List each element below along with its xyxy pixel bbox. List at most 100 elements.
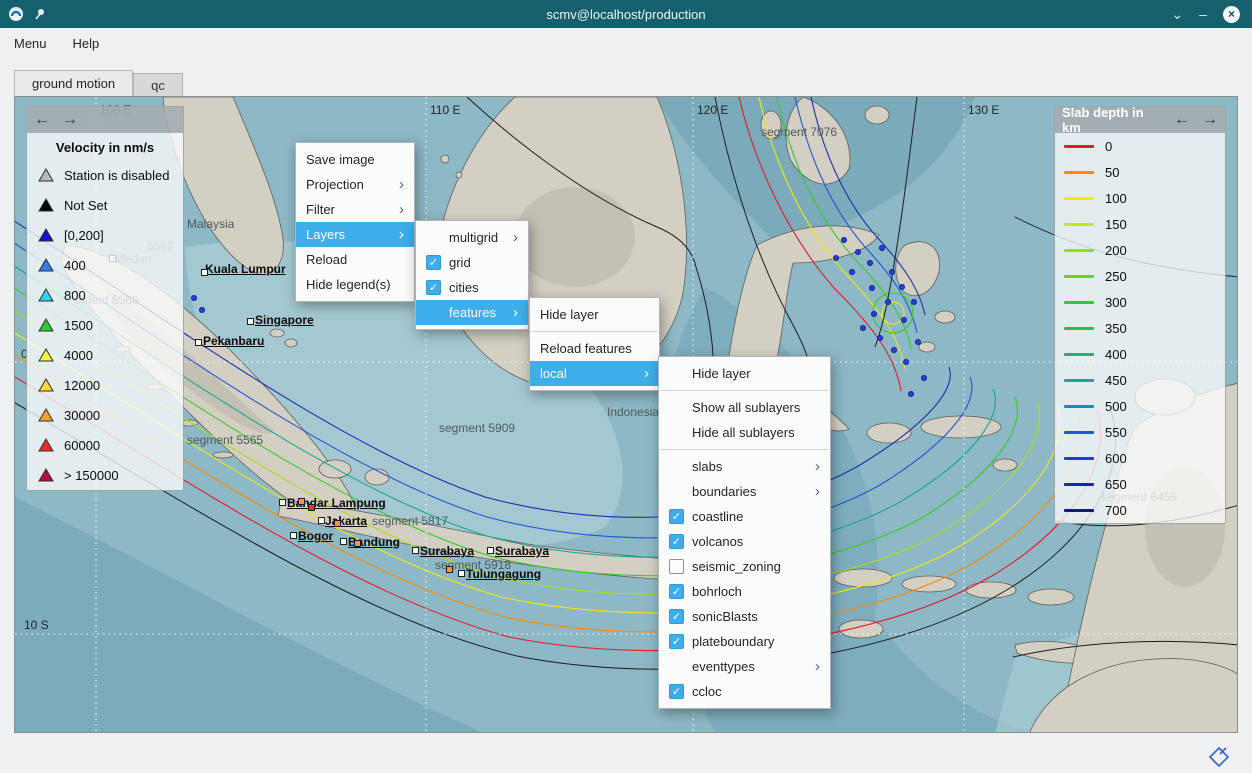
station-symbol [38, 438, 54, 452]
tab-qc[interactable]: qc [133, 73, 183, 96]
legend-item: 400 [27, 250, 183, 280]
depth-color-swatch [1064, 379, 1094, 382]
submenu-arrow-icon: › [399, 227, 404, 242]
tab-ground-motion[interactable]: ground motion [14, 70, 133, 96]
depth-color-swatch [1064, 249, 1094, 252]
legend-next-button[interactable]: → [1202, 112, 1218, 128]
menu-item[interactable]: coastline › [659, 504, 830, 529]
checkbox-icon [426, 255, 441, 270]
depth-color-swatch [1064, 327, 1094, 330]
station-symbol [38, 378, 54, 392]
checkbox-icon [669, 534, 684, 549]
menu-item[interactable]: multigrid › [416, 225, 528, 250]
checkbox-icon [426, 280, 441, 295]
menu-item[interactable]: Show all sublayers › [659, 395, 830, 420]
minimize-icon[interactable]: – [1199, 7, 1207, 21]
station-symbol [38, 468, 54, 482]
menu-item[interactable]: volcanos › [659, 529, 830, 554]
menu-button[interactable]: Menu [14, 36, 47, 51]
menu-item[interactable]: cities › [416, 275, 528, 300]
legend-item: 550 [1055, 419, 1225, 445]
menu-item[interactable]: local › [530, 361, 659, 386]
menu-item[interactable]: slabs › [659, 454, 830, 479]
menu-item[interactable]: › [531, 331, 658, 332]
menu-item[interactable]: Layers › [296, 222, 414, 247]
menu-item[interactable]: sonicBlasts › [659, 604, 830, 629]
legend-prev-button[interactable]: ← [34, 112, 50, 128]
legend-item: 1500 [27, 310, 183, 340]
menu-item[interactable]: boundaries › [659, 479, 830, 504]
menu-item[interactable]: Save image › [296, 147, 414, 172]
slab-legend: Slab depth in km ← → 0 50 100 [1054, 106, 1226, 524]
chevron-down-icon[interactable]: ⌄ [1171, 7, 1183, 21]
checkbox-icon [669, 684, 684, 699]
menu-item[interactable]: ccloc › [659, 679, 830, 704]
map-tool-icon[interactable] [1207, 745, 1231, 769]
legend-item: Station is disabled [27, 160, 183, 190]
submenu-arrow-icon: › [399, 202, 404, 217]
menu-item[interactable]: Filter › [296, 197, 414, 222]
depth-color-swatch [1064, 171, 1094, 174]
context-menu: Save image › Projection › Filter › Layer… [295, 142, 415, 302]
menu-item[interactable]: Reload features › [530, 336, 659, 361]
station-symbol [38, 168, 54, 182]
menu-item[interactable]: seismic_zoning › [659, 554, 830, 579]
submenu-arrow-icon: › [513, 305, 518, 320]
map-view[interactable]: 100 E110 E120 E130 E010 SMalaysiaIndones… [14, 96, 1238, 733]
menu-item[interactable]: Hide layer › [659, 361, 830, 386]
menu-item[interactable]: Hide legend(s) › [296, 272, 414, 297]
checkbox-icon [669, 509, 684, 524]
depth-color-swatch [1064, 509, 1094, 512]
legend-item: 350 [1055, 315, 1225, 341]
legend-item: 200 [1055, 237, 1225, 263]
titlebar: scmv@localhost/production ⌄ – × [0, 0, 1252, 28]
submenu-arrow-icon: › [513, 230, 518, 245]
menu-item[interactable]: › [660, 449, 829, 450]
legend-title: Slab depth in km [1062, 105, 1162, 135]
submenu-arrow-icon: › [815, 659, 820, 674]
legend-item: 30000 [27, 400, 183, 430]
menu-item[interactable]: eventtypes › [659, 654, 830, 679]
legend-prev-button[interactable]: ← [1174, 112, 1190, 128]
submenu-arrow-icon: › [815, 484, 820, 499]
checkbox-icon [669, 634, 684, 649]
close-button[interactable]: × [1223, 6, 1240, 23]
depth-color-swatch [1064, 431, 1094, 434]
menu-item[interactable]: Reload › [296, 247, 414, 272]
velocity-legend-items: Station is disabled Not Set [0,200] [27, 160, 183, 490]
legend-item: 50 [1055, 159, 1225, 185]
menu-item[interactable]: Hide layer › [530, 302, 659, 327]
menu-item[interactable]: grid › [416, 250, 528, 275]
velocity-legend: ← → Velocity in nm/s Station is disabled [26, 106, 184, 491]
legend-item: 150 [1055, 211, 1225, 237]
pin-icon[interactable] [32, 7, 46, 21]
station-symbol [38, 258, 54, 272]
legend-item: > 150000 [27, 460, 183, 490]
app-window: scmv@localhost/production ⌄ – × Menu Hel… [0, 0, 1252, 58]
station-symbol [38, 318, 54, 332]
help-button[interactable]: Help [73, 36, 100, 51]
menu-item[interactable]: plateboundary › [659, 629, 830, 654]
menu-item[interactable]: › [660, 390, 829, 391]
checkbox-icon [669, 559, 684, 574]
menubar: Menu Help [0, 28, 1252, 58]
menu-item[interactable]: Projection › [296, 172, 414, 197]
legend-item: 450 [1055, 367, 1225, 393]
menu-item[interactable]: Hide all sublayers › [659, 420, 830, 445]
submenu-arrow-icon: › [815, 459, 820, 474]
legend-item: Not Set [27, 190, 183, 220]
depth-color-swatch [1064, 405, 1094, 408]
legend-item: 500 [1055, 393, 1225, 419]
legend-item: 60000 [27, 430, 183, 460]
submenu-arrow-icon: › [399, 177, 404, 192]
station-symbol [38, 288, 54, 302]
legend-item: 250 [1055, 263, 1225, 289]
station-symbol [38, 228, 54, 242]
depth-color-swatch [1064, 197, 1094, 200]
legend-item: 100 [1055, 185, 1225, 211]
menu-item[interactable]: bohrloch › [659, 579, 830, 604]
legend-next-button[interactable]: → [62, 112, 78, 128]
legend-header: Slab depth in km ← → [1055, 107, 1225, 133]
menu-item[interactable]: features › [416, 300, 528, 325]
station-symbol [38, 408, 54, 422]
